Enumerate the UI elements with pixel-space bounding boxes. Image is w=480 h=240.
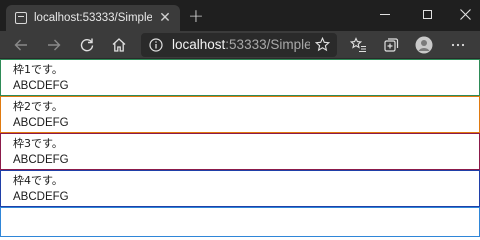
refresh-icon xyxy=(80,38,94,52)
frame-4: 枠4です。 ABCDEFG xyxy=(0,170,480,207)
collections-icon xyxy=(384,38,399,52)
frame-4-text: ABCDEFG xyxy=(13,191,69,203)
frame-2-title: 枠2です。 xyxy=(13,100,63,113)
frame-3: 枠3です。 ABCDEFG xyxy=(0,133,480,170)
back-arrow-icon xyxy=(14,39,27,51)
url-host: localhost xyxy=(172,37,226,52)
title-bar: localhost:53333/SimpleHidden.h ✕ + xyxy=(0,0,480,31)
frame-5 xyxy=(0,207,480,237)
info-icon[interactable] xyxy=(149,38,163,52)
url-text: localhost:53333/Simple... xyxy=(172,37,310,53)
browser-toolbar: localhost:53333/Simple... xyxy=(0,31,480,59)
frame-1: 枠1です。 ABCDEFG xyxy=(0,59,480,96)
url-path: :53333/Simple... xyxy=(225,37,310,52)
tab-title: localhost:53333/SimpleHidden.h xyxy=(34,12,152,24)
tab-close-icon[interactable]: ✕ xyxy=(156,9,174,27)
frame-1-title: 枠1です。 xyxy=(13,63,63,76)
refresh-button[interactable] xyxy=(75,33,99,57)
frame-1-text: ABCDEFG xyxy=(13,80,69,92)
maximize-icon xyxy=(422,9,432,19)
page-content: 枠1です。 ABCDEFG 枠2です。 ABCDEFG 枠3です。 ABCDEF… xyxy=(0,59,480,237)
close-icon xyxy=(459,8,471,20)
avatar-icon xyxy=(415,36,433,54)
browser-tab[interactable]: localhost:53333/SimpleHidden.h ✕ xyxy=(6,5,180,31)
favorites-list-icon xyxy=(349,37,366,53)
frame-2-text: ABCDEFG xyxy=(13,117,69,129)
settings-more-button[interactable] xyxy=(446,33,470,57)
page-icon xyxy=(15,12,27,24)
frame-3-title: 枠3です。 xyxy=(13,137,63,150)
back-button[interactable] xyxy=(9,33,33,57)
favorites-button[interactable] xyxy=(346,33,370,57)
close-window-button[interactable] xyxy=(446,0,480,28)
frame-2: 枠2です。 ABCDEFG xyxy=(0,96,480,133)
minimize-button[interactable] xyxy=(366,0,404,28)
frame-4-title: 枠4です。 xyxy=(13,174,63,187)
more-horizontal-icon xyxy=(451,43,465,47)
profile-button[interactable] xyxy=(412,33,436,57)
forward-arrow-icon xyxy=(48,39,61,51)
frame-3-text: ABCDEFG xyxy=(13,154,69,166)
forward-button[interactable] xyxy=(42,33,66,57)
new-tab-icon[interactable]: + xyxy=(186,7,206,27)
maximize-button[interactable] xyxy=(408,0,446,28)
minimize-icon xyxy=(380,13,390,15)
address-bar[interactable]: localhost:53333/Simple... xyxy=(141,33,337,57)
home-icon xyxy=(112,38,126,52)
home-button[interactable] xyxy=(107,33,131,57)
favorite-star-icon[interactable] xyxy=(315,37,330,52)
collections-button[interactable] xyxy=(379,33,403,57)
